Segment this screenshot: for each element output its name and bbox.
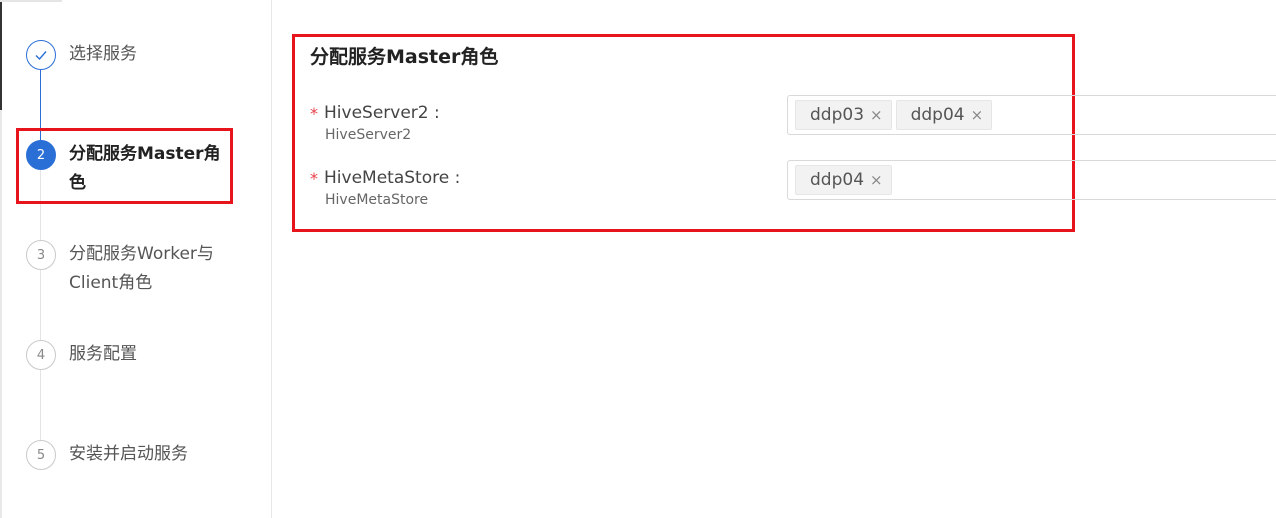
tag-text: ddp03 bbox=[810, 105, 865, 125]
step-label: 选择服务 bbox=[69, 44, 137, 64]
field-label-text: HiveMetaStore : bbox=[324, 168, 461, 188]
host-tag: ddp04 × bbox=[795, 165, 892, 195]
step-select-service[interactable]: 选择服务 bbox=[26, 40, 256, 70]
step-assign-worker-client[interactable]: 3 分配服务Worker与Client角色 bbox=[26, 240, 256, 298]
highlight-active-step bbox=[16, 128, 233, 204]
field-sublabel: HiveMetaStore bbox=[325, 192, 429, 208]
step-label: 安装并启动服务 bbox=[69, 444, 188, 464]
step-number: 4 bbox=[26, 340, 56, 370]
form-item-hivemetastore: * HiveMetaStore : HiveMetaStore bbox=[310, 168, 460, 208]
step-install-start[interactable]: 5 安装并启动服务 bbox=[26, 440, 256, 470]
field-sublabel: HiveServer2 bbox=[325, 127, 412, 143]
step-service-config[interactable]: 4 服务配置 bbox=[26, 340, 256, 370]
step-label: 服务配置 bbox=[69, 344, 137, 364]
required-mark: * bbox=[310, 168, 318, 188]
close-icon[interactable]: × bbox=[870, 106, 883, 124]
field-label: * HiveServer2 : bbox=[310, 103, 440, 123]
step-connector bbox=[40, 370, 41, 440]
section-title: 分配服务Master角色 bbox=[310, 46, 499, 68]
close-icon[interactable]: × bbox=[870, 171, 883, 189]
step-number: 3 bbox=[26, 240, 56, 270]
required-mark: * bbox=[310, 103, 318, 123]
tag-text: ddp04 bbox=[810, 170, 865, 190]
tag-text: ddp04 bbox=[910, 105, 965, 125]
close-icon[interactable]: × bbox=[971, 106, 984, 124]
field-label-text: HiveServer2 : bbox=[324, 103, 440, 123]
host-tag: ddp03 × bbox=[795, 100, 892, 130]
check-icon bbox=[26, 40, 56, 70]
step-number: 5 bbox=[26, 440, 56, 470]
step-label: 分配服务Worker与Client角色 bbox=[69, 244, 214, 293]
form-item-hiveserver2: * HiveServer2 : HiveServer2 bbox=[310, 103, 440, 143]
steps-sidebar: 选择服务 2 分配服务Master角色 3 分配服务Worker与Client角… bbox=[0, 0, 272, 518]
field-label: * HiveMetaStore : bbox=[310, 168, 460, 188]
hiveserver2-host-select[interactable]: ddp03 × ddp04 × bbox=[787, 95, 1276, 135]
hivemetastore-host-select[interactable]: ddp04 × bbox=[787, 160, 1276, 200]
host-tag: ddp04 × bbox=[895, 100, 993, 130]
